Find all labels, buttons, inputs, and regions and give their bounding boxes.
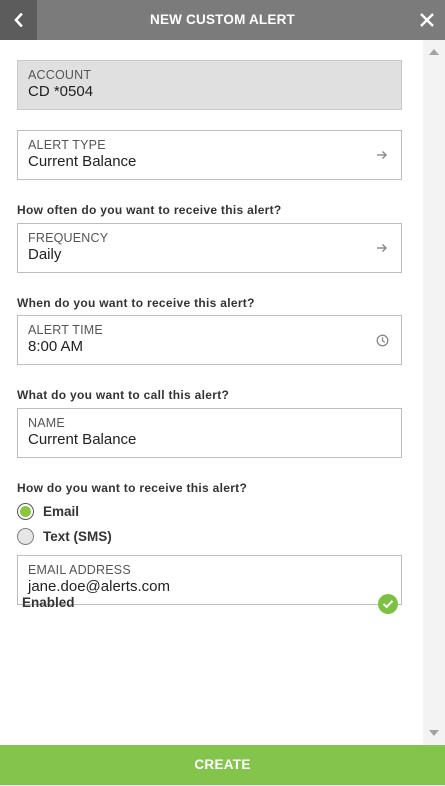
email-address-input[interactable]: jane.doe@alerts.com: [28, 578, 170, 595]
email-address-field[interactable]: EMAIL ADDRESS jane.doe@alerts.com: [17, 555, 402, 605]
close-button[interactable]: [408, 0, 445, 40]
back-button[interactable]: [0, 0, 37, 40]
enabled-toggle[interactable]: [378, 594, 398, 614]
name-label: NAME: [28, 416, 65, 430]
alert-type-selector[interactable]: ALERT TYPE Current Balance: [17, 130, 402, 180]
arrow-right-icon: [375, 241, 389, 255]
delivery-question: How do you want to receive this alert?: [17, 481, 248, 495]
header-bar: NEW CUSTOM ALERT: [0, 0, 445, 40]
email-radio-label: Email: [43, 503, 80, 519]
frequency-value: Daily: [28, 246, 62, 263]
account-value: CD *0504: [28, 83, 94, 100]
alert-time-question: When do you want to receive this alert?: [17, 296, 255, 310]
frequency-label: FREQUENCY: [28, 231, 109, 245]
create-button[interactable]: CREATE: [0, 745, 445, 785]
email-address-label: EMAIL ADDRESS: [28, 563, 131, 577]
sms-radio-label: Text (SMS): [43, 528, 112, 544]
account-field: ACCOUNT CD *0504: [17, 60, 402, 110]
frequency-selector[interactable]: FREQUENCY Daily: [17, 223, 402, 273]
check-circle-icon: [382, 600, 394, 609]
form-content: ACCOUNT CD *0504 ALERT TYPE Current Bala…: [0, 40, 423, 745]
alert-time-value: 8:00 AM: [28, 338, 84, 355]
account-label: ACCOUNT: [28, 68, 92, 82]
close-icon: [419, 13, 434, 27]
name-question: What do you want to call this alert?: [17, 388, 230, 402]
name-input[interactable]: Current Balance: [28, 431, 136, 448]
chevron-left-icon: [13, 13, 23, 27]
page-title: NEW CUSTOM ALERT: [150, 12, 295, 27]
delivery-option-email[interactable]: Email: [17, 502, 79, 520]
scroll-up-arrow-icon[interactable]: [429, 49, 439, 55]
delivery-option-sms[interactable]: Text (SMS): [17, 527, 112, 545]
clock-icon: [375, 333, 389, 347]
alert-time-label: ALERT TIME: [28, 323, 103, 337]
email-radio[interactable]: [17, 502, 34, 520]
alert-type-label: ALERT TYPE: [28, 138, 106, 152]
arrow-right-icon: [375, 148, 389, 162]
alert-type-value: Current Balance: [28, 153, 137, 170]
alert-time-selector[interactable]: ALERT TIME 8:00 AM: [17, 315, 402, 365]
name-field[interactable]: NAME Current Balance: [17, 408, 402, 458]
enabled-label: Enabled: [22, 595, 75, 610]
scroll-down-arrow-icon[interactable]: [429, 730, 439, 736]
scrollbar[interactable]: [423, 40, 445, 745]
frequency-question: How often do you want to receive this al…: [17, 203, 282, 217]
sms-radio[interactable]: [17, 527, 34, 545]
